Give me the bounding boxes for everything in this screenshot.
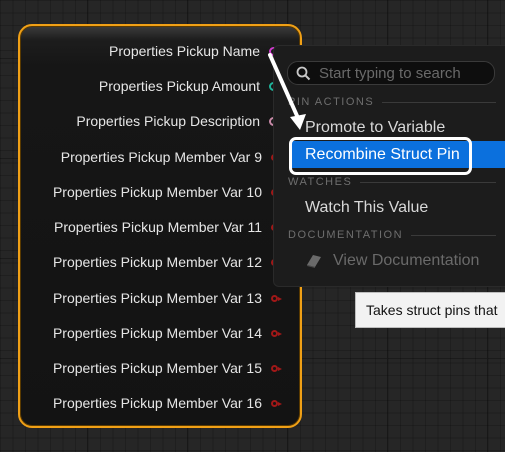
- section-divider: [382, 101, 496, 103]
- view-documentation-item[interactable]: View Documentation: [305, 252, 479, 270]
- section-documentation: DOCUMENTATION: [288, 229, 496, 241]
- tooltip-text: Takes struct pins that: [366, 302, 498, 318]
- pin-label: Properties Pickup Member Var 12: [52, 254, 262, 270]
- section-watches-label: WATCHES: [288, 176, 353, 188]
- section-pin-actions: PIN ACTIONS: [288, 96, 496, 108]
- pin-row[interactable]: Properties Pickup Description: [76, 111, 278, 131]
- search-placeholder: Start typing to search: [319, 64, 461, 82]
- highlight-box: [289, 137, 472, 175]
- book-icon: [307, 255, 321, 268]
- promote-to-variable-item[interactable]: Promote to Variable: [305, 119, 445, 137]
- search-box[interactable]: Start typing to search: [287, 61, 495, 85]
- pin-label: Properties Pickup Member Var 14: [52, 325, 262, 341]
- pin-label: Properties Pickup Member Var 15: [52, 360, 262, 376]
- pin-row[interactable]: Properties Pickup Member Var 16: [52, 393, 282, 413]
- section-watches: WATCHES: [288, 176, 496, 188]
- struct-pin-icon[interactable]: [271, 329, 282, 337]
- view-documentation-label: View Documentation: [333, 252, 480, 269]
- pin-label: Properties Pickup Member Var 10: [52, 184, 262, 200]
- pin-label: Properties Pickup Name: [109, 43, 260, 59]
- watch-this-value-item[interactable]: Watch This Value: [305, 199, 428, 217]
- struct-pin-icon[interactable]: [271, 399, 282, 407]
- pin-row[interactable]: Properties Pickup Member Var 9: [60, 147, 282, 167]
- pin-row[interactable]: Properties Pickup Amount: [99, 76, 278, 96]
- pin-label: Properties Pickup Member Var 16: [52, 395, 262, 411]
- pin-label: Properties Pickup Member Var 11: [53, 219, 262, 235]
- pin-row[interactable]: Properties Pickup Member Var 10: [52, 182, 282, 202]
- struct-break-node[interactable]: Properties Pickup Name Properties Pickup …: [18, 24, 302, 428]
- pin-row[interactable]: Properties Pickup Member Var 14: [52, 323, 282, 343]
- pin-label: Properties Pickup Member Var 9: [60, 149, 262, 165]
- struct-pin-icon[interactable]: [271, 294, 282, 302]
- tooltip: Takes struct pins that: [355, 292, 505, 328]
- pin-row[interactable]: Properties Pickup Member Var 11: [53, 217, 282, 237]
- search-icon: [296, 66, 311, 80]
- pin-row[interactable]: Properties Pickup Member Var 13: [52, 288, 282, 308]
- pin-row[interactable]: Properties Pickup Name: [109, 41, 278, 61]
- pin-row[interactable]: Properties Pickup Member Var 15: [52, 358, 282, 378]
- pin-row[interactable]: Properties Pickup Member Var 12: [52, 252, 282, 272]
- struct-pin-icon[interactable]: [271, 364, 282, 372]
- pin-label: Properties Pickup Description: [76, 113, 260, 129]
- pin-label: Properties Pickup Amount: [98, 78, 260, 94]
- section-divider: [360, 181, 496, 183]
- section-divider: [411, 234, 496, 236]
- section-pin-actions-label: PIN ACTIONS: [288, 96, 375, 108]
- section-documentation-label: DOCUMENTATION: [288, 229, 404, 241]
- pin-label: Properties Pickup Member Var 13: [52, 290, 262, 306]
